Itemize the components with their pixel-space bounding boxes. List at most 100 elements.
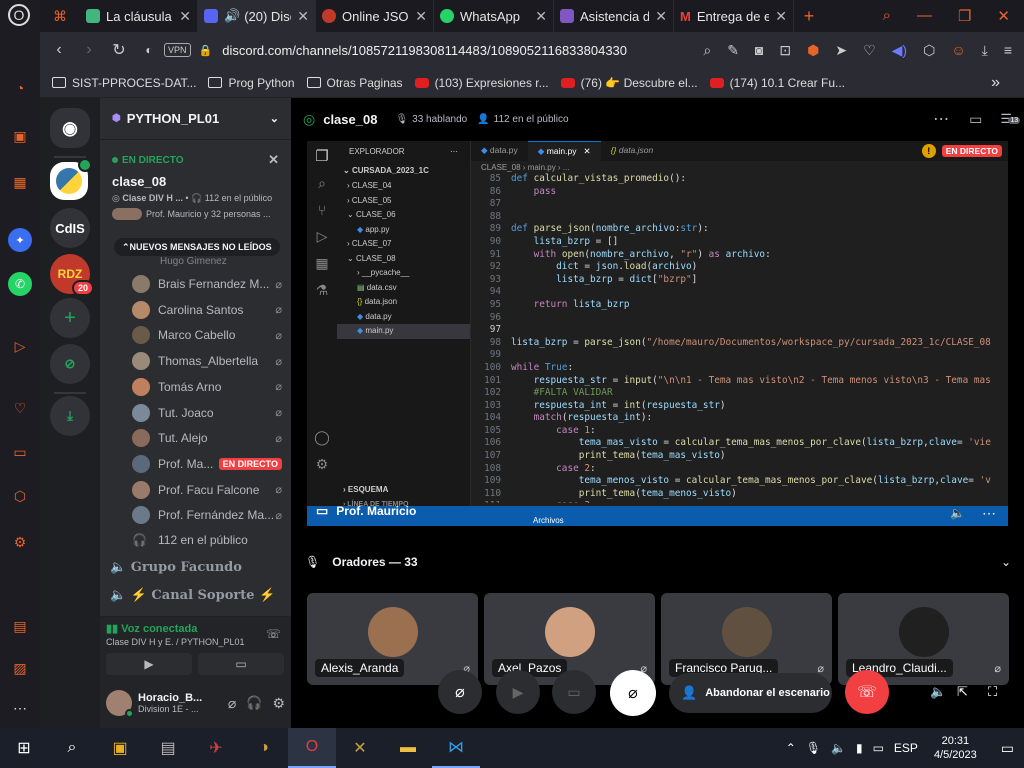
member-row[interactable]: Brais Fernandez M... ⌀ bbox=[132, 272, 282, 296]
server-rdz[interactable]: RDZ 20 bbox=[50, 254, 94, 296]
bookmark-link[interactable]: (174) 10.1 Crear Fu... bbox=[709, 76, 845, 90]
member-row[interactable]: Carolina Santos ⌀ bbox=[132, 298, 282, 322]
tab-2[interactable]: Online JSON✕ bbox=[316, 0, 434, 32]
close-icon[interactable]: ✕ bbox=[529, 8, 547, 25]
member-row[interactable]: Tut. Alejo ⌀ bbox=[132, 426, 282, 450]
member-row[interactable]: Prof. Ma... EN DIRECTO bbox=[132, 452, 282, 476]
briefcase-icon[interactable]: ▣ bbox=[8, 124, 32, 148]
speaker-icon[interactable]: 🔊 bbox=[224, 8, 240, 24]
volume-icon[interactable]: 🔈 bbox=[930, 684, 946, 700]
minimize-icon[interactable]: — bbox=[917, 7, 932, 25]
lock-icon[interactable]: 🔒 bbox=[199, 44, 213, 57]
crypto-icon[interactable]: ▦ bbox=[8, 170, 32, 194]
bookmark-link[interactable]: (76) 👉 Descubre el... bbox=[560, 76, 698, 90]
explore-icon[interactable]: ⊘ bbox=[50, 344, 90, 384]
mute-button[interactable]: ⌀ bbox=[610, 670, 656, 716]
heart-icon[interactable]: ♡ bbox=[8, 396, 32, 420]
speaker-tile[interactable]: Francisco Parug... ⌀ bbox=[661, 593, 832, 685]
video-button[interactable]: ▶ bbox=[106, 653, 192, 675]
volume-icon[interactable]: 🔈 bbox=[831, 741, 846, 755]
avatar[interactable] bbox=[106, 690, 134, 718]
download-apps-icon[interactable]: ⤓ bbox=[50, 396, 90, 436]
search-icon[interactable]: ⌕ bbox=[883, 7, 891, 25]
league-icon[interactable]: ◑ bbox=[240, 728, 288, 768]
player-icon[interactable]: ▷ bbox=[8, 334, 32, 358]
explorer-icon[interactable]: ▬ bbox=[384, 728, 432, 768]
video-off-button[interactable]: ⌀ bbox=[438, 670, 482, 714]
bookmarks-more-button[interactable]: » bbox=[991, 74, 1024, 92]
calculator-icon[interactable]: ▤ bbox=[144, 728, 192, 768]
close-icon[interactable]: ✕ bbox=[291, 8, 309, 25]
game-app-icon[interactable]: ▣ bbox=[96, 728, 144, 768]
disconnect-button[interactable]: ☏ bbox=[845, 670, 889, 714]
new-messages-pill[interactable]: ⌃ NUEVOS MENSAJES NO LEÍDOS bbox=[114, 238, 280, 256]
add-server-button[interactable]: + bbox=[50, 298, 90, 338]
member-row[interactable]: Thomas_Albertella ⌀ bbox=[132, 349, 282, 373]
send-icon[interactable]: ➤ bbox=[835, 42, 847, 59]
speed-dial-icon[interactable]: ◔ bbox=[8, 76, 32, 100]
forward-icon[interactable]: › bbox=[74, 41, 104, 59]
download-icon[interactable]: ⤓ bbox=[982, 42, 988, 59]
search-icon[interactable]: ⌕ bbox=[48, 728, 96, 768]
notifications-icon[interactable]: ▭ bbox=[1001, 740, 1014, 757]
leave-stage-button[interactable]: 👤 Abandonar el escenario bbox=[669, 673, 832, 713]
member-row[interactable]: Prof. Facu Falcone ⌀ bbox=[132, 478, 282, 502]
settings-icon[interactable]: ⚙ bbox=[8, 530, 32, 554]
disconnect-icon[interactable]: ☏ bbox=[266, 627, 281, 641]
audience-row[interactable]: 🎧 112 en el público bbox=[132, 528, 282, 552]
discord-home-icon[interactable]: ◉ bbox=[50, 108, 90, 148]
popout-icon[interactable]: ▭ bbox=[969, 111, 982, 128]
close-window-icon[interactable]: ✕ bbox=[997, 7, 1010, 25]
channel-grupo-facundo[interactable]: 🔈 Grupo Facundo bbox=[110, 560, 242, 575]
chat-icon[interactable]: ☰ 13 bbox=[1000, 111, 1021, 127]
more-icon[interactable]: ⋯ bbox=[8, 696, 32, 720]
bookmark-folder[interactable]: SIST-PPROCES-DAT... bbox=[52, 76, 196, 90]
close-icon[interactable]: ✕ bbox=[649, 8, 667, 25]
member-row[interactable]: Marco Cabello ⌀ bbox=[132, 323, 282, 347]
chevron-down-icon[interactable]: ⌄ bbox=[1001, 555, 1011, 569]
tab-0[interactable]: La cláusula " ✕ bbox=[80, 0, 198, 32]
camera-button[interactable]: ▶ bbox=[496, 670, 540, 714]
opera-logo-icon[interactable]: O bbox=[8, 4, 30, 26]
close-icon[interactable]: ✕ bbox=[268, 152, 279, 168]
more-icon[interactable]: ⋯ bbox=[982, 505, 996, 522]
search-icon[interactable]: ⌕ bbox=[703, 42, 711, 59]
cube-icon[interactable]: ⬡ bbox=[923, 42, 935, 59]
server-cdis[interactable]: CdIS bbox=[50, 208, 90, 248]
restore-icon[interactable]: ❐ bbox=[958, 7, 971, 25]
shield-icon[interactable]: ◐ bbox=[134, 43, 164, 57]
box-icon[interactable]: ⬡ bbox=[8, 484, 32, 508]
bookmark-link[interactable]: (103) Expresiones r... bbox=[414, 76, 549, 90]
bookmark-folder[interactable]: Otras Paginas bbox=[306, 76, 403, 90]
close-icon[interactable]: ✕ bbox=[769, 8, 787, 25]
tab-1[interactable]: 🔊 (20) Disc ✕ bbox=[198, 0, 316, 32]
calendar-icon[interactable]: ▤ bbox=[8, 614, 32, 638]
member-row[interactable]: Tut. Joaco ⌀ bbox=[132, 401, 282, 425]
volume-icon[interactable]: 🔈 bbox=[950, 506, 965, 520]
screen-share-button[interactable]: ▭ bbox=[198, 653, 284, 675]
start-icon[interactable]: ⊞ bbox=[0, 728, 48, 768]
whatsapp-icon[interactable]: ✆ bbox=[8, 272, 32, 296]
edit-icon[interactable]: ✎ bbox=[727, 42, 739, 59]
heart-icon[interactable]: ♡ bbox=[863, 42, 876, 59]
adblock-icon[interactable]: ⬢ bbox=[807, 42, 819, 59]
camera-icon[interactable]: ◙ bbox=[755, 42, 763, 58]
member-row[interactable]: Prof. Fernández Ma... ⌀ bbox=[132, 503, 282, 527]
channel-canal-soporte[interactable]: 🔈 ⚡ Canal Soporte ⚡ bbox=[110, 588, 275, 603]
close-icon[interactable]: ✕ bbox=[409, 8, 427, 25]
clock-time[interactable]: 20:31 bbox=[934, 734, 977, 748]
url-field[interactable]: discord.com/channels/1085721198308114483… bbox=[222, 43, 627, 58]
app-icon[interactable]: ✈ bbox=[192, 728, 240, 768]
speakers-header[interactable]: 🎙 Oradores — 33 ⌄ bbox=[305, 555, 1015, 569]
gamepad-icon[interactable]: ⌘ bbox=[40, 8, 80, 25]
history-icon[interactable]: ▭ bbox=[8, 440, 32, 464]
gear-icon[interactable]: ⚙ bbox=[272, 695, 285, 712]
reload-icon[interactable]: ↻ bbox=[104, 40, 134, 60]
tab-4[interactable]: Asistencia di ✕ bbox=[554, 0, 674, 32]
menu-icon[interactable]: ≡ bbox=[1004, 42, 1012, 58]
back-icon[interactable]: ‹ bbox=[44, 41, 74, 59]
server-header[interactable]: ⬢ PYTHON_PL01 ⌄ bbox=[100, 98, 291, 140]
server-python[interactable] bbox=[50, 158, 92, 200]
new-tab-button[interactable]: + bbox=[794, 6, 824, 27]
chevron-up-icon[interactable]: ⌃ bbox=[786, 741, 796, 755]
